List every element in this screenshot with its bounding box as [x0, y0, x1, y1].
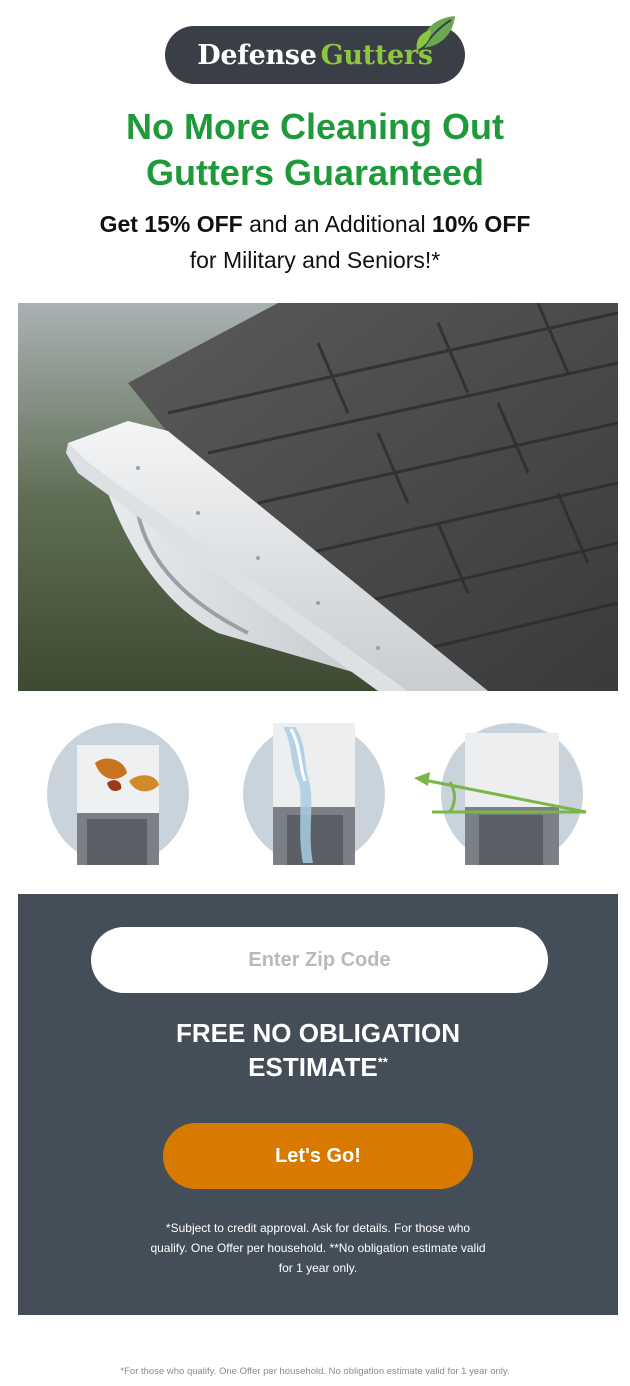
- offer-line-2: for Military and Seniors!*: [189, 247, 441, 273]
- water-flow-icon: [243, 723, 385, 865]
- feature-leaves-blocked: [47, 723, 189, 865]
- angle-arrow-icon: [414, 772, 587, 814]
- gutter-guard-roof-illustration: [18, 303, 618, 691]
- headline-line-1: No More Cleaning Out: [126, 106, 504, 147]
- estimate-line-1: FREE NO OBLIGATION: [175, 1018, 461, 1048]
- estimate-line-2-text: ESTIMATE: [248, 1052, 378, 1082]
- estimate-line-2: ESTIMATE**: [18, 1050, 618, 1084]
- leaf-icon: [416, 16, 455, 50]
- logo-container: Defense Gutters: [0, 16, 630, 84]
- footer-disclaimer: *For those who qualify. One Offer per ho…: [120, 1366, 510, 1377]
- offer-middle-text: and an Additional: [249, 211, 426, 237]
- offer-15-off: 15% OFF: [144, 211, 243, 237]
- form-disclaimer: *Subject to credit approval. Ask for det…: [150, 1221, 486, 1275]
- free-estimate-heading: FREE NO OBLIGATION ESTIMATE**: [18, 1016, 618, 1084]
- page-headline: No More Cleaning Out Gutters Guaranteed: [0, 104, 630, 196]
- defense-gutters-logo[interactable]: Defense Gutters: [165, 16, 465, 84]
- logo-word-defense: Defense: [197, 39, 317, 71]
- headline-line-2: Gutters Guaranteed: [145, 152, 485, 193]
- offer-get: Get: [99, 211, 138, 237]
- offer-10-off: 10% OFF: [432, 211, 531, 237]
- falling-leaves-icon: [47, 723, 189, 865]
- estimate-footnote-marker: **: [377, 1054, 388, 1070]
- hero-gutter-photo: [18, 303, 618, 691]
- estimate-form-panel: FREE NO OBLIGATION ESTIMATE** Let's Go! …: [18, 894, 618, 1315]
- feature-water-flow: [243, 723, 385, 865]
- lets-go-button[interactable]: Let's Go!: [163, 1123, 473, 1189]
- zip-code-input[interactable]: [91, 927, 548, 993]
- offer-line-1: Get 15% OFF and an Additional 10% OFF: [0, 206, 630, 242]
- offer-subhead: Get 15% OFF and an Additional 10% OFF fo…: [0, 206, 630, 278]
